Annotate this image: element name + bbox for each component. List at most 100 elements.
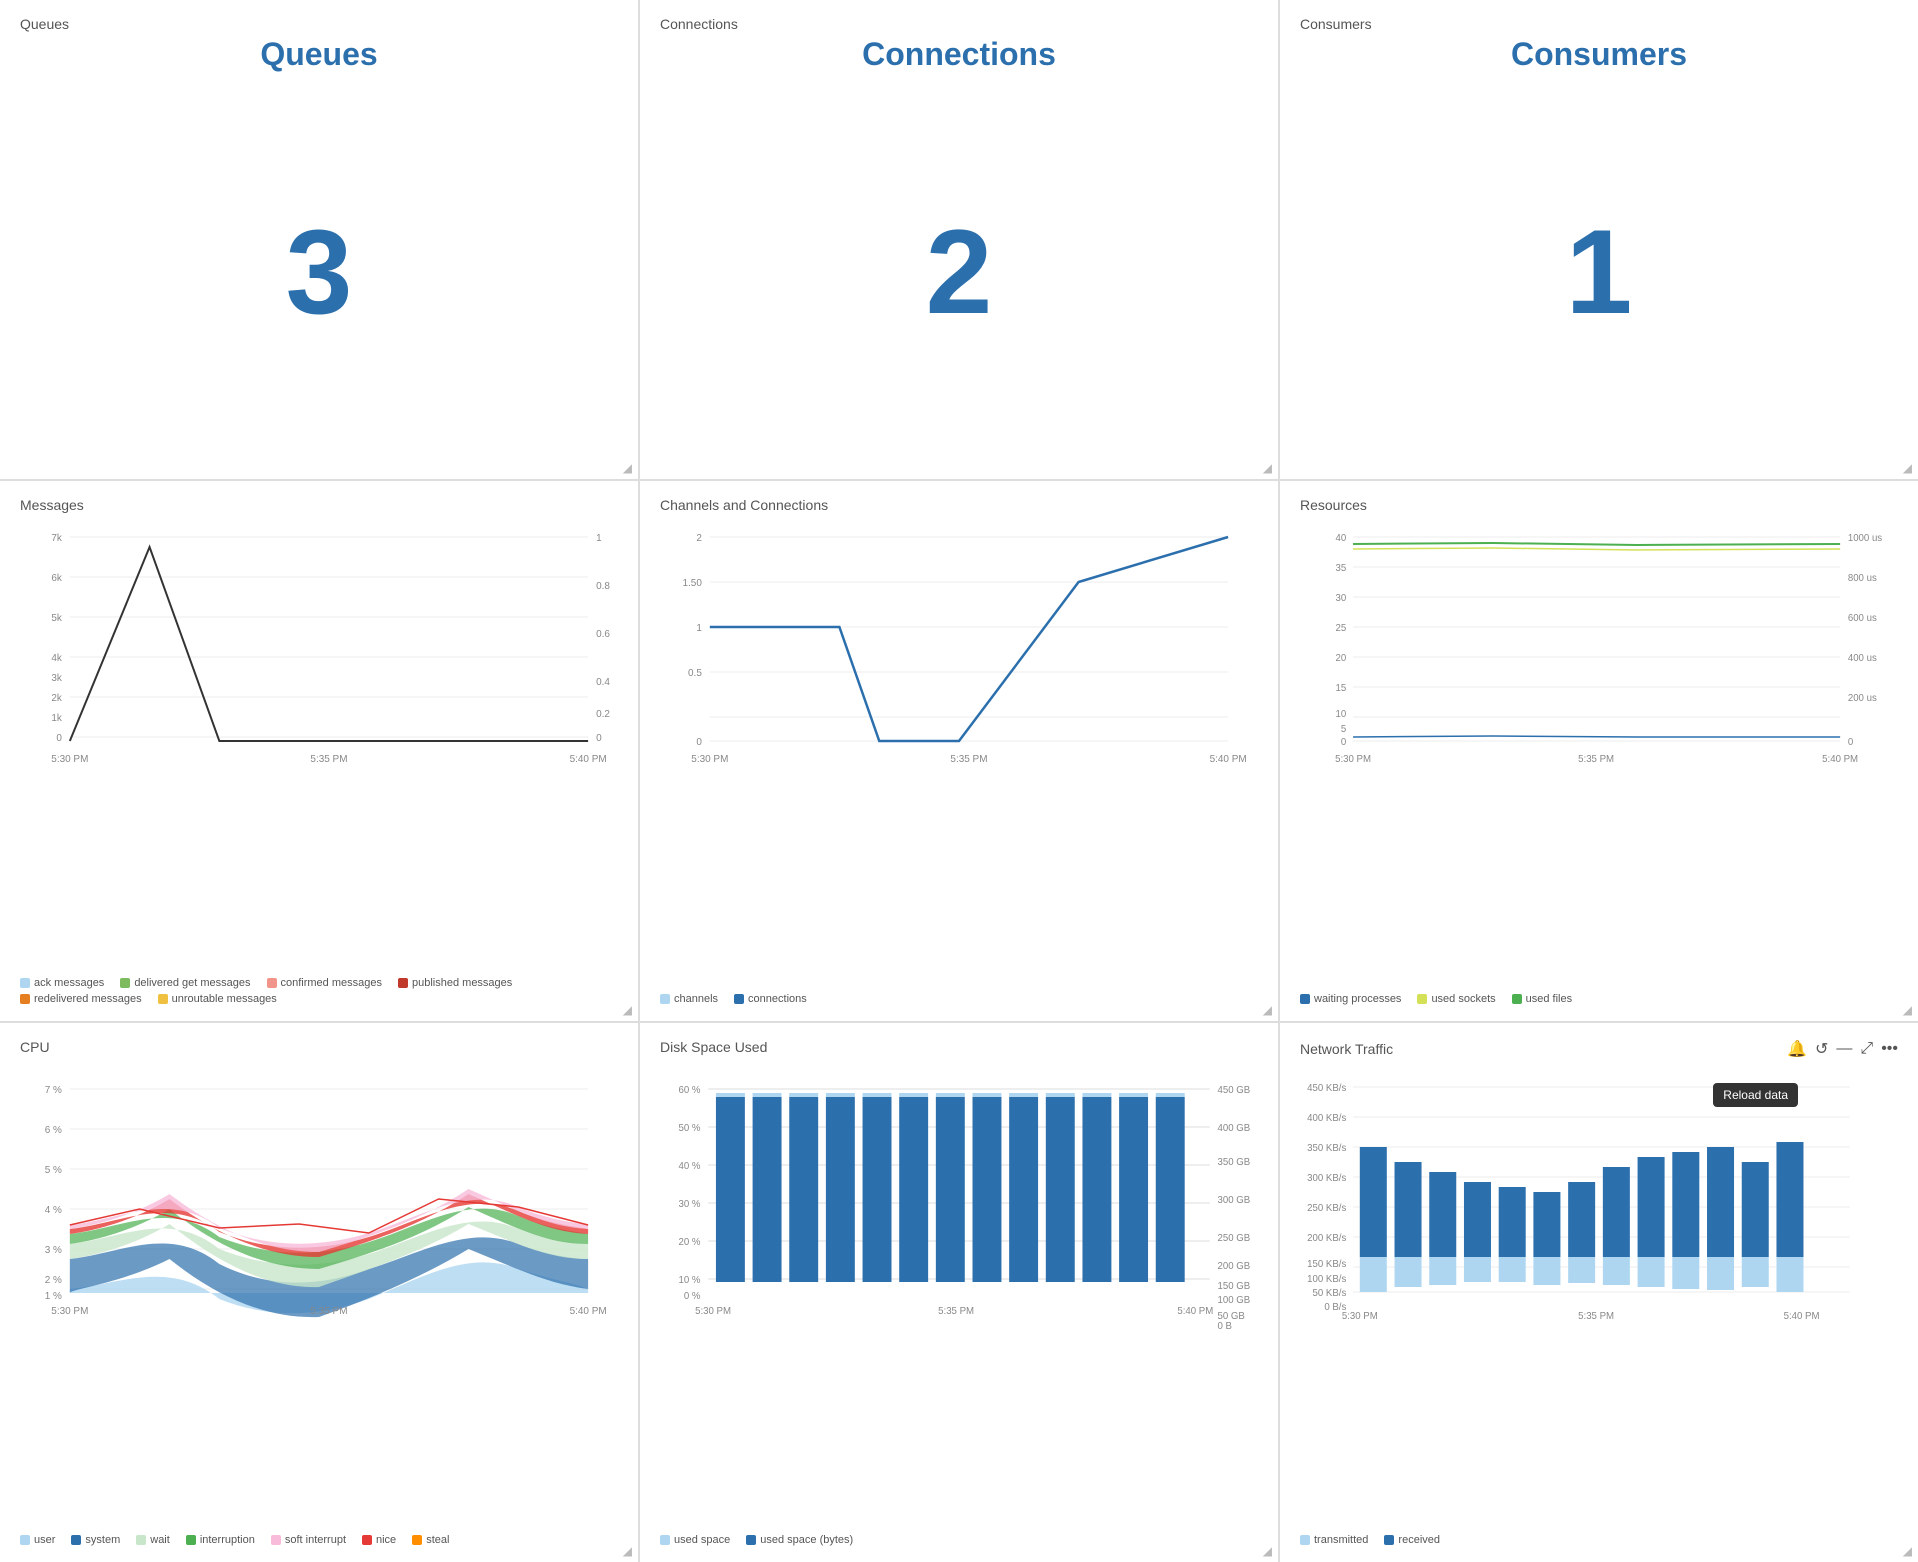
svg-text:200 KB/s: 200 KB/s (1307, 1233, 1346, 1244)
legend-dot-used-space (660, 1535, 670, 1545)
legend-sockets: used sockets (1417, 993, 1495, 1005)
legend-label-used-space-bytes: used space (bytes) (760, 1534, 853, 1546)
svg-text:250 KB/s: 250 KB/s (1307, 1203, 1346, 1214)
svg-text:5:35 PM: 5:35 PM (1578, 754, 1614, 765)
legend-nice: nice (362, 1534, 396, 1546)
svg-text:5:40 PM: 5:40 PM (1210, 754, 1247, 765)
connections-panel: Connections Connections 2 ◢ (640, 0, 1278, 479)
legend-confirmed: confirmed messages (267, 977, 383, 989)
bell-icon[interactable]: 🔔 (1787, 1039, 1807, 1059)
network-header: Network Traffic 🔔 ↺ — ⤢ ••• (1300, 1039, 1898, 1059)
svg-text:60 %: 60 % (679, 1085, 701, 1096)
legend-dot-transmitted (1300, 1535, 1310, 1545)
svg-text:3k: 3k (51, 673, 62, 684)
channels-panel: Channels and Connections 2 1.50 1 0.5 0 … (640, 481, 1278, 1020)
resize-handle-3[interactable]: ◢ (1903, 461, 1912, 475)
svg-text:10: 10 (1336, 709, 1347, 720)
svg-text:6k: 6k (51, 573, 62, 584)
resources-panel: Resources 40 35 30 25 20 15 10 5 (1280, 481, 1918, 1020)
svg-text:7k: 7k (51, 533, 62, 544)
svg-text:1: 1 (596, 533, 602, 544)
resources-chart: 40 35 30 25 20 15 10 5 0 1000 us 800 us … (1300, 517, 1898, 984)
cpu-legend: user system wait interruption soft inter… (20, 1534, 618, 1546)
messages-chart: 7k 6k 5k 4k 3k 2k 1k 0 1 0.8 0.6 0.4 0.2… (20, 517, 618, 968)
svg-text:1.50: 1.50 (682, 578, 702, 589)
legend-label-sockets: used sockets (1431, 993, 1495, 1005)
legend-dot-channels (660, 994, 670, 1004)
legend-dot-unroutable (158, 994, 168, 1004)
svg-text:450 GB: 450 GB (1217, 1085, 1250, 1096)
legend-files: used files (1512, 993, 1572, 1005)
resize-handle-6[interactable]: ◢ (1903, 1003, 1912, 1017)
messages-panel: Messages 7k 6k 5k 4k 3k 2k 1k 0 1 (0, 481, 638, 1020)
resize-handle-8[interactable]: ◢ (1263, 1544, 1272, 1558)
legend-dot-delivered (120, 978, 130, 988)
network-title: Network Traffic (1300, 1041, 1779, 1057)
legend-delivered: delivered get messages (120, 977, 250, 989)
svg-text:450 KB/s: 450 KB/s (1307, 1083, 1346, 1094)
disk-chart: 60 % 50 % 40 % 30 % 20 % 10 % 0 % 450 GB… (660, 1059, 1258, 1526)
legend-label-published: published messages (412, 977, 512, 989)
connections-label: Connections (862, 36, 1056, 73)
svg-text:0 B: 0 B (1217, 1321, 1232, 1332)
network-legend: transmitted received (1300, 1534, 1898, 1546)
legend-dot-steal (412, 1535, 422, 1545)
svg-text:5: 5 (1341, 724, 1347, 735)
svg-text:5k: 5k (51, 613, 62, 624)
svg-text:2 %: 2 % (45, 1275, 62, 1286)
resize-handle-5[interactable]: ◢ (1263, 1003, 1272, 1017)
reload-tooltip: Reload data (1713, 1083, 1798, 1107)
legend-label-ack: ack messages (34, 977, 104, 989)
resize-handle-2[interactable]: ◢ (1263, 461, 1272, 475)
expand-icon[interactable]: ⤢ (1860, 1040, 1873, 1058)
svg-text:35: 35 (1336, 563, 1347, 574)
svg-text:5:30 PM: 5:30 PM (51, 754, 88, 765)
legend-received: received (1384, 1534, 1440, 1546)
legend-label-transmitted: transmitted (1314, 1534, 1368, 1546)
legend-system: system (71, 1534, 120, 1546)
channels-title: Channels and Connections (660, 497, 1258, 513)
svg-text:100 GB: 100 GB (1217, 1295, 1250, 1306)
svg-text:0.6: 0.6 (596, 629, 610, 640)
connections-value: 2 (926, 81, 993, 463)
legend-dot-ack (20, 978, 30, 988)
svg-text:5:35 PM: 5:35 PM (310, 754, 347, 765)
resize-handle-9[interactable]: ◢ (1903, 1544, 1912, 1558)
channels-chart: 2 1.50 1 0.5 0 5:30 PM 5:35 PM 5:40 PM (660, 517, 1258, 984)
svg-text:4 %: 4 % (45, 1205, 62, 1216)
svg-text:40: 40 (1336, 533, 1347, 544)
legend-dot-soft-interrupt (271, 1535, 281, 1545)
consumers-label: Consumers (1511, 36, 1687, 73)
legend-redelivered: redelivered messages (20, 993, 142, 1005)
minus-icon[interactable]: — (1836, 1040, 1852, 1058)
svg-text:3 %: 3 % (45, 1245, 62, 1256)
svg-text:50 KB/s: 50 KB/s (1313, 1288, 1347, 1299)
resize-handle-4[interactable]: ◢ (623, 1003, 632, 1017)
legend-dot-used-space-bytes (746, 1535, 756, 1545)
svg-text:0 %: 0 % (684, 1291, 701, 1302)
legend-label-confirmed: confirmed messages (281, 977, 383, 989)
network-chart: 450 KB/s 400 KB/s 350 KB/s 300 KB/s 250 … (1300, 1067, 1898, 1526)
network-panel: Network Traffic 🔔 ↺ — ⤢ ••• Reload data … (1280, 1023, 1918, 1562)
resize-handle[interactable]: ◢ (623, 461, 632, 475)
svg-text:350 GB: 350 GB (1217, 1157, 1250, 1168)
svg-text:5:30 PM: 5:30 PM (51, 1306, 88, 1317)
svg-text:30 %: 30 % (679, 1199, 701, 1210)
more-icon[interactable]: ••• (1881, 1040, 1898, 1058)
disk-legend: used space used space (bytes) (660, 1534, 1258, 1546)
resize-handle-7[interactable]: ◢ (623, 1544, 632, 1558)
svg-text:20: 20 (1336, 653, 1347, 664)
svg-text:0: 0 (696, 737, 702, 748)
svg-text:600 us: 600 us (1848, 613, 1877, 624)
legend-dot-sockets (1417, 994, 1427, 1004)
legend-dot-confirmed (267, 978, 277, 988)
legend-label-unroutable: unroutable messages (172, 993, 277, 1005)
legend-steal: steal (412, 1534, 449, 1546)
refresh-icon[interactable]: ↺ (1815, 1039, 1828, 1059)
svg-text:5:30 PM: 5:30 PM (1342, 1311, 1378, 1322)
cpu-panel: CPU 7 % 6 % 5 % 4 % 3 % 2 % 1 % (0, 1023, 638, 1562)
svg-text:25: 25 (1336, 623, 1347, 634)
svg-text:4k: 4k (51, 653, 62, 664)
svg-text:5:40 PM: 5:40 PM (1822, 754, 1858, 765)
svg-text:0: 0 (1341, 737, 1347, 748)
